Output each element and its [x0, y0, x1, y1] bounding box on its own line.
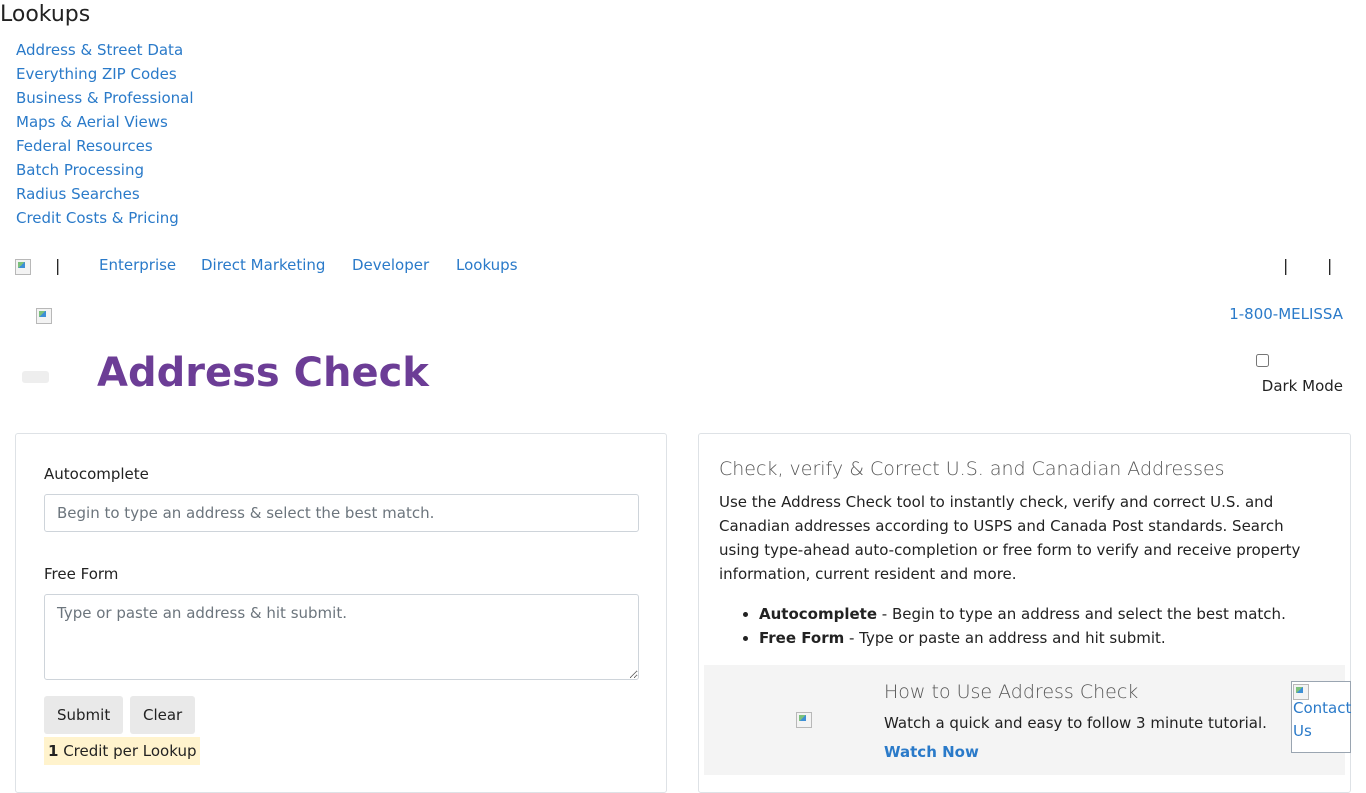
tutorial-text: Watch a quick and easy to follow 3 minut… — [884, 714, 1267, 732]
menu-toggle-button[interactable] — [22, 371, 49, 383]
lookups-link-credit-costs[interactable]: Credit Costs & Pricing — [16, 209, 179, 227]
lookups-link-business[interactable]: Business & Professional — [16, 89, 194, 107]
lookups-item: Federal Resources — [16, 134, 194, 158]
bullet-term: Autocomplete — [759, 605, 877, 623]
clear-button[interactable]: Clear — [130, 696, 196, 734]
lookups-item: Address & Street Data — [16, 38, 194, 62]
contact-us-label-line2: Us — [1293, 722, 1312, 740]
lookups-menu-title: Lookups — [0, 2, 91, 27]
lookups-link-batch[interactable]: Batch Processing — [16, 161, 144, 179]
info-paragraph: Use the Address Check tool to instantly … — [719, 493, 1301, 583]
nav-link-direct-marketing[interactable]: Direct Marketing — [201, 256, 325, 274]
freeform-textarea[interactable] — [44, 594, 639, 680]
list-item: Free Form - Type or paste an address and… — [759, 626, 1286, 650]
dark-mode-label: Dark Mode — [1261, 377, 1343, 395]
bullet-term: Free Form — [759, 629, 845, 647]
lookups-item: Radius Searches — [16, 182, 194, 206]
lookups-link-radius[interactable]: Radius Searches — [16, 185, 140, 203]
lookups-link-zip-codes[interactable]: Everything ZIP Codes — [16, 65, 177, 83]
lookups-item: Everything ZIP Codes — [16, 62, 194, 86]
brand-logo-image[interactable] — [36, 308, 53, 324]
phone-link[interactable]: 1-800-MELISSA — [1229, 305, 1343, 323]
nav-link-developer[interactable]: Developer — [352, 256, 429, 274]
lookups-link-maps[interactable]: Maps & Aerial Views — [16, 113, 168, 131]
nav-separator: | — [1283, 256, 1289, 275]
lookups-item: Maps & Aerial Views — [16, 110, 194, 134]
freeform-label: Free Form — [44, 565, 119, 583]
autocomplete-label: Autocomplete — [44, 465, 149, 483]
info-heading: Check, verify & Correct U.S. and Canadia… — [719, 458, 1225, 480]
contact-us-label-line1: Contact — [1293, 699, 1352, 717]
lookups-link-address-street[interactable]: Address & Street Data — [16, 41, 183, 59]
bullet-text: - Type or paste an address and hit submi… — [844, 629, 1166, 647]
page-title: Address Check — [97, 350, 429, 396]
nav-separator: | — [1327, 256, 1333, 275]
nav-link-lookups[interactable]: Lookups — [456, 256, 518, 274]
info-bullet-list: Autocomplete - Begin to type an address … — [719, 602, 1286, 650]
tutorial-thumbnail-image[interactable] — [796, 712, 813, 728]
nav-link-enterprise[interactable]: Enterprise — [99, 256, 176, 274]
bullet-text: - Begin to type an address and select th… — [877, 605, 1286, 623]
watch-now-link[interactable]: Watch Now — [884, 743, 979, 761]
contact-us-button[interactable]: Contact Us — [1291, 681, 1351, 753]
lookups-item: Business & Professional — [16, 86, 194, 110]
submit-button[interactable]: Submit — [44, 696, 124, 734]
dark-mode-checkbox[interactable] — [1256, 354, 1269, 367]
lookups-menu: Address & Street Data Everything ZIP Cod… — [16, 38, 194, 230]
nav-separator: | — [55, 256, 61, 275]
lookups-item: Batch Processing — [16, 158, 194, 182]
credit-text: Credit per Lookup — [58, 742, 197, 760]
contact-us-image — [1293, 684, 1309, 700]
nav-logo-image[interactable] — [15, 259, 31, 275]
lookups-link-federal[interactable]: Federal Resources — [16, 137, 153, 155]
credit-notice: 1 Credit per Lookup — [44, 737, 201, 765]
credit-count: 1 — [48, 742, 59, 760]
list-item: Autocomplete - Begin to type an address … — [759, 602, 1286, 626]
lookups-item: Credit Costs & Pricing — [16, 206, 194, 230]
autocomplete-input[interactable] — [44, 494, 639, 532]
tutorial-heading: How to Use Address Check — [884, 681, 1139, 703]
